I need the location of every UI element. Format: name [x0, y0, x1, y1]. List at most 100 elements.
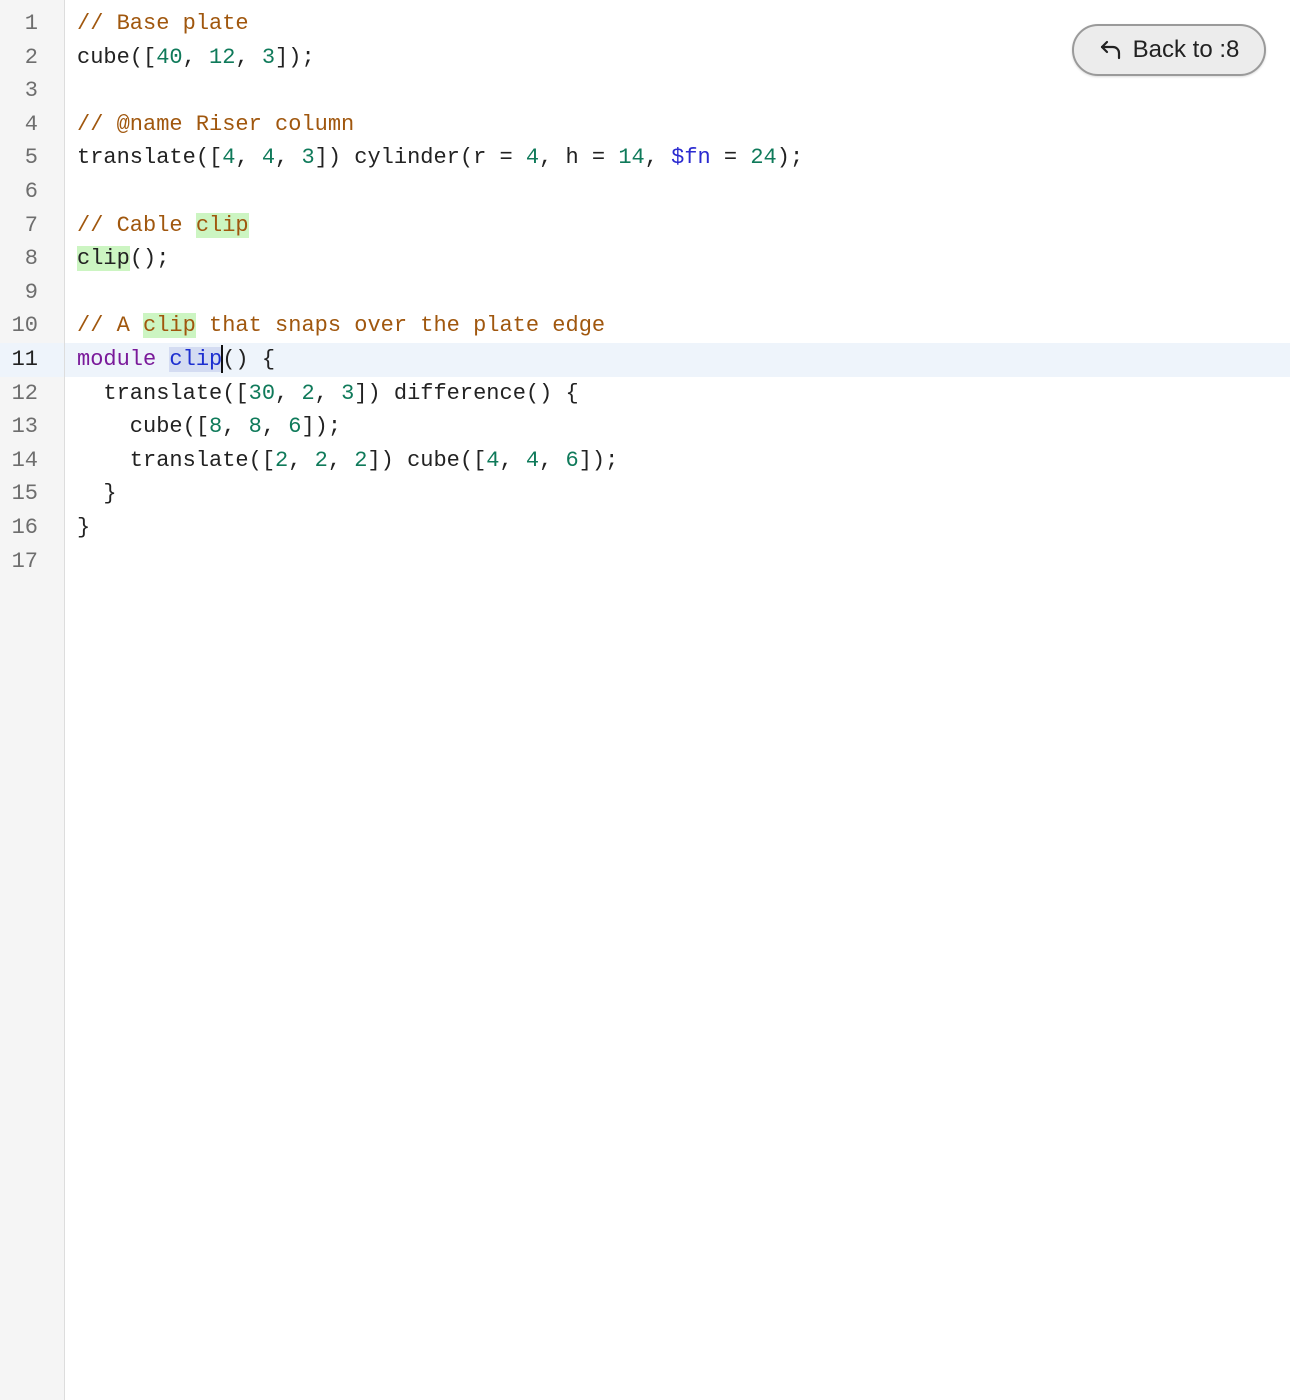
code-line[interactable]: clip();	[65, 242, 1290, 276]
code-line[interactable]: translate([2, 2, 2]) cube([4, 4, 6]);	[65, 444, 1290, 478]
code-token: ,	[499, 447, 526, 473]
code-line[interactable]: }	[65, 477, 1290, 511]
line-number: 10	[11, 313, 38, 339]
code-token: 3	[301, 145, 315, 171]
code-token: ();	[129, 246, 170, 272]
code-token: 6	[288, 414, 302, 440]
code-token: clip	[143, 313, 196, 339]
code-token: , h =	[539, 145, 619, 171]
code-line[interactable]: cube([8, 8, 6]);	[65, 410, 1290, 444]
code-token: ]);	[301, 414, 342, 440]
line-number: 15	[11, 481, 38, 507]
code-token: 4	[525, 145, 540, 171]
line-number: 14	[11, 447, 38, 473]
code-token: 3	[261, 44, 276, 70]
line-number-gutter: 1 2 3 4 5 6 7 8 9 10 11 12 13 14 15 16 17	[0, 0, 65, 1400]
code-token: ]);	[578, 447, 619, 473]
code-token: 12	[209, 44, 236, 70]
code-token: 8	[209, 414, 223, 440]
code-token: cube([	[77, 44, 157, 70]
code-token: ,	[235, 145, 262, 171]
line-number: 1	[24, 11, 38, 36]
code-token: clip	[195, 212, 249, 238]
code-token: ,	[644, 145, 672, 171]
code-token: ,	[222, 414, 249, 440]
code-token: 4	[222, 145, 236, 171]
code-token: }	[77, 481, 117, 507]
code-token: ,	[288, 447, 315, 473]
code-token: 24	[750, 145, 777, 171]
code-token: ,	[261, 414, 289, 440]
line-number: 9	[24, 279, 38, 305]
code-line[interactable]: // @name Riser column	[65, 108, 1290, 142]
code-token: 8	[248, 414, 262, 440]
code-token: 4	[486, 447, 500, 473]
code-token: // Base plate	[77, 11, 249, 36]
back-to-line-button[interactable]: Back to :8	[1072, 24, 1266, 76]
code-token: $fn	[671, 145, 711, 171]
code-token: module	[77, 346, 157, 372]
code-line[interactable]: // A clip that snaps over the plate edge	[65, 309, 1290, 343]
code-line[interactable]: // Cable clip	[65, 209, 1290, 243]
code-token: 2	[301, 380, 315, 406]
code-line[interactable]: ​	[65, 545, 1290, 579]
line-number: 4	[24, 111, 38, 137]
line-number: 12	[11, 380, 38, 406]
code-token: clip	[169, 346, 223, 372]
code-line-active[interactable]: module clip() {	[65, 342, 1290, 377]
code-token: translate([	[77, 447, 276, 473]
code-token: 3	[341, 380, 355, 406]
code-token: ,	[275, 380, 302, 406]
code-token: ,	[182, 44, 210, 70]
code-token: ,	[314, 380, 342, 406]
line-number: 5	[24, 145, 38, 171]
code-line[interactable]: translate([4, 4, 3]) cylinder(r = 4, h =…	[65, 141, 1290, 175]
code-token: 2	[354, 447, 368, 473]
code-token: 2	[314, 447, 328, 473]
code-token: clip	[77, 246, 130, 272]
line-number: 17	[11, 548, 38, 574]
undo-arrow-icon	[1099, 38, 1123, 62]
code-token: translate([	[77, 145, 223, 171]
code-token: 2	[275, 447, 289, 473]
line-number: 3	[24, 78, 38, 104]
code-token: ]) cube([	[367, 447, 487, 473]
code-token: ]);	[275, 44, 315, 70]
code-token: ,	[275, 145, 302, 171]
back-button-label: Back to :8	[1132, 36, 1240, 63]
code-token: 40	[156, 44, 183, 70]
code-token: // @name Riser column	[77, 111, 355, 137]
code-token: cube([	[77, 414, 210, 440]
code-token: ]) difference() {	[354, 380, 579, 406]
code-token: 4	[261, 145, 276, 171]
code-token: =	[710, 145, 751, 171]
line-number: 16	[11, 514, 38, 540]
code-token: ,	[539, 447, 566, 473]
code-token: translate([	[77, 380, 249, 406]
code-line[interactable]: ​	[65, 175, 1290, 209]
code-line[interactable]: }	[65, 511, 1290, 545]
line-number: 2	[24, 44, 38, 70]
code-editor[interactable]: 1 2 3 4 5 6 7 8 9 10 11 12 13 14 15 16 17 // Base plate c…	[0, 0, 1290, 1400]
code-token: 30	[248, 380, 276, 406]
code-token: );	[776, 145, 804, 171]
code-token: 4	[525, 447, 540, 473]
code-token: }	[77, 514, 91, 540]
line-number: 6	[24, 178, 38, 204]
code-line[interactable]: translate([30, 2, 3]) difference() {	[65, 377, 1290, 411]
code-token: ,	[327, 447, 355, 473]
code-content[interactable]: // Base platecube([40, 12, 3]);​// @name…	[65, 0, 1290, 1400]
line-number: 7	[24, 212, 38, 238]
code-token: ]) cylinder(r =	[314, 145, 526, 171]
line-number: 13	[11, 414, 38, 440]
code-line[interactable]: ​	[65, 276, 1290, 310]
code-token: that snaps over the plate edge	[195, 313, 606, 339]
code-token: ,	[235, 44, 262, 70]
line-number: 11	[0, 342, 64, 377]
code-token: () {	[222, 346, 276, 372]
code-token: // Cable	[77, 212, 196, 238]
line-number: 8	[24, 246, 38, 272]
code-token: 14	[618, 145, 645, 171]
code-line[interactable]: ​	[65, 74, 1290, 108]
